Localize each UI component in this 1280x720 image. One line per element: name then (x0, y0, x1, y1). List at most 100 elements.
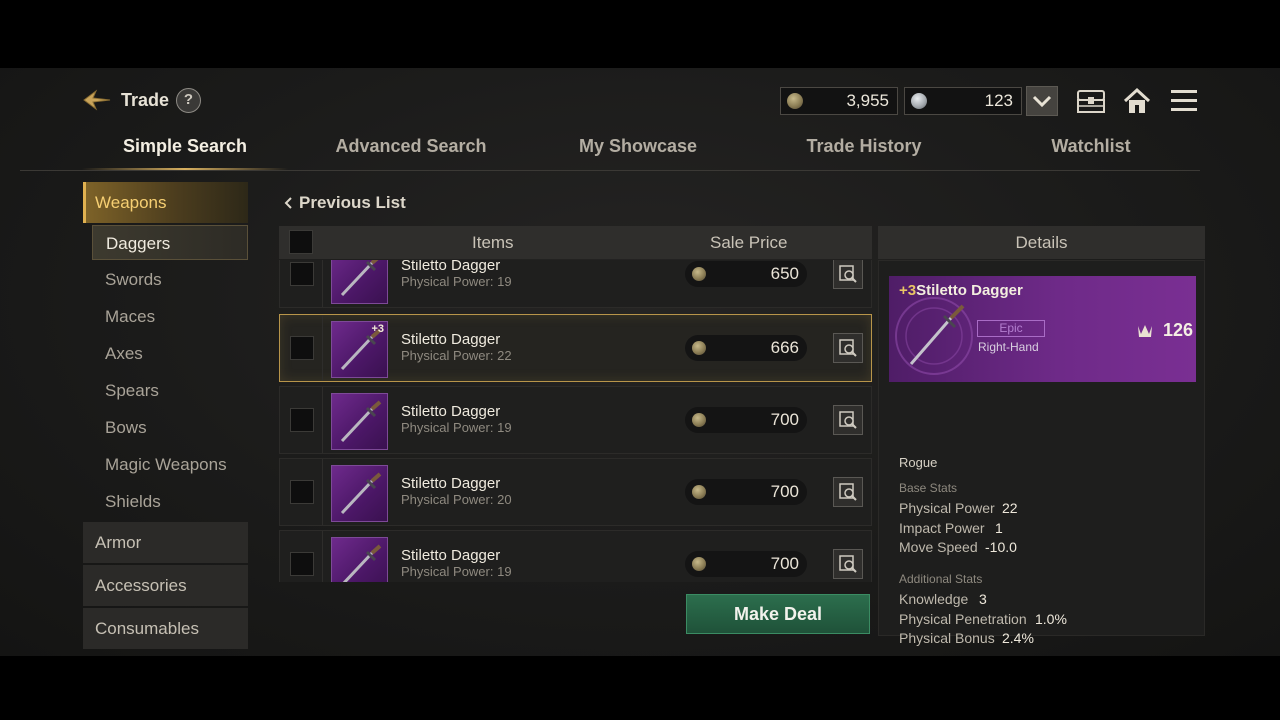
tab-advanced-search[interactable]: Advanced Search (298, 128, 524, 172)
subcategory-daggers[interactable]: Daggers (92, 225, 248, 260)
help-button[interactable]: ? (176, 88, 201, 113)
silver-currency-display: 123 (904, 87, 1022, 115)
row-checkbox[interactable] (290, 336, 314, 360)
inspect-button[interactable] (833, 333, 863, 363)
subcategory-bows[interactable]: Bows (92, 410, 248, 445)
subcategory-maces[interactable]: Maces (92, 299, 248, 334)
item-stat: Physical Power: 22 (401, 348, 512, 363)
inspect-button[interactable] (833, 260, 863, 289)
row-divider (322, 531, 323, 582)
row-divider (322, 260, 323, 307)
main-menu-button[interactable] (1167, 85, 1201, 117)
menu-icon (1171, 90, 1197, 111)
trade-screen: Trade ? 3,955 123 Simple Search Advanced… (0, 68, 1280, 656)
chevron-down-icon (1032, 95, 1052, 108)
previous-list-link[interactable]: Previous List (283, 193, 406, 213)
item-name: Stiletto Dagger (401, 331, 501, 348)
listing-row[interactable]: Stiletto Dagger Physical Power: 19 650 (279, 260, 872, 308)
magnifier-icon (839, 339, 857, 357)
stat-value: 3 (979, 591, 987, 607)
stat-name: Impact Power (899, 520, 985, 536)
trade-emblem-icon (82, 88, 112, 112)
dagger-item-icon: +3 (331, 321, 388, 378)
item-name: Stiletto Dagger (401, 260, 501, 274)
item-detail-card: +3Stiletto Dagger Epic Right-Hand 126 (889, 276, 1196, 382)
listing-row[interactable]: Stiletto Dagger Physical Power: 19 700 (279, 386, 872, 454)
rarity-badge: Epic (977, 320, 1045, 337)
base-stats-label: Base Stats (899, 481, 958, 495)
gold-coin-icon (692, 341, 706, 355)
storage-button[interactable] (1074, 85, 1108, 117)
category-consumables[interactable]: Consumables (83, 608, 248, 649)
tab-simple-search[interactable]: Simple Search (72, 128, 298, 172)
make-deal-button[interactable]: Make Deal (686, 594, 870, 634)
gold-amount: 3,955 (846, 91, 889, 110)
listing-row-selected[interactable]: +3 Stiletto Dagger Physical Power: 22 66… (279, 314, 872, 382)
class-requirement: Rogue (899, 455, 938, 470)
subcategory-shields[interactable]: Shields (92, 484, 248, 519)
sale-price: 700 (685, 551, 807, 577)
details-header: Details (878, 226, 1205, 259)
stat-move-speed: Move Speed -10.0 (899, 539, 1017, 555)
gold-coin-icon (692, 557, 706, 571)
select-all-checkbox[interactable] (289, 230, 313, 254)
details-panel: +3Stiletto Dagger Epic Right-Hand 126 Ro… (878, 260, 1205, 646)
listing-row[interactable]: Stiletto Dagger Physical Power: 20 700 (279, 458, 872, 526)
detail-item-title: +3Stiletto Dagger (899, 282, 1023, 299)
currency-dropdown-button[interactable] (1026, 86, 1058, 116)
home-icon (1123, 87, 1151, 113)
category-accessories[interactable]: Accessories (83, 565, 248, 606)
item-score: 126 (1135, 320, 1193, 341)
additional-stats-label: Additional Stats (899, 572, 983, 586)
stat-physical-penetration: Physical Penetration 1.0% (899, 611, 1067, 627)
stat-name: Knowledge (899, 591, 969, 607)
dagger-item-icon (331, 537, 388, 582)
row-divider (322, 387, 323, 453)
gold-coin-icon (692, 413, 706, 427)
inspect-button[interactable] (833, 549, 863, 579)
letterbox-bottom (0, 656, 1280, 720)
listing-list[interactable]: Stiletto Dagger Physical Power: 19 650 +… (279, 260, 872, 582)
sale-price: 700 (685, 479, 807, 505)
row-checkbox[interactable] (290, 262, 314, 286)
gold-coin-icon (692, 267, 706, 281)
item-stat: Physical Power: 19 (401, 564, 512, 579)
stat-value: 1 (995, 520, 1003, 536)
subcategory-magic-weapons[interactable]: Magic Weapons (92, 447, 248, 482)
storage-chest-icon (1077, 90, 1105, 113)
sale-price: 666 (685, 335, 807, 361)
item-stat: Physical Power: 19 (401, 274, 512, 289)
tab-my-showcase[interactable]: My Showcase (525, 128, 751, 172)
row-checkbox[interactable] (290, 552, 314, 576)
equip-slot: Right-Hand (978, 340, 1039, 354)
magnifier-icon (839, 411, 857, 429)
home-button[interactable] (1120, 85, 1154, 117)
stat-value: 22 (1002, 500, 1018, 516)
previous-list-label: Previous List (299, 193, 406, 212)
subcategory-spears[interactable]: Spears (92, 373, 248, 408)
tab-trade-history[interactable]: Trade History (751, 128, 977, 172)
silver-amount: 123 (984, 91, 1013, 110)
stat-value: 2.4% (1002, 630, 1034, 646)
inspect-button[interactable] (833, 405, 863, 435)
column-header-sale-price: Sale Price (710, 233, 788, 252)
listing-row[interactable]: Stiletto Dagger Physical Power: 19 700 (279, 530, 872, 582)
stat-value: -10.0 (985, 539, 1017, 555)
tab-watchlist[interactable]: Watchlist (978, 128, 1204, 172)
subcategory-swords[interactable]: Swords (92, 262, 248, 297)
category-armor[interactable]: Armor (83, 522, 248, 563)
column-header-items: Items (472, 233, 514, 252)
price-amount: 666 (770, 338, 799, 357)
silver-coin-icon (911, 93, 927, 109)
category-weapons[interactable]: Weapons (83, 182, 248, 223)
row-checkbox[interactable] (290, 408, 314, 432)
tab-divider (20, 170, 1200, 171)
dagger-item-icon (331, 393, 388, 450)
row-divider (322, 459, 323, 525)
listing-table-header: Items Sale Price (279, 226, 872, 259)
subcategory-axes[interactable]: Axes (92, 336, 248, 371)
row-checkbox[interactable] (290, 480, 314, 504)
gold-coin-icon (692, 485, 706, 499)
inspect-button[interactable] (833, 477, 863, 507)
detail-enhance-level: +3 (899, 282, 917, 299)
